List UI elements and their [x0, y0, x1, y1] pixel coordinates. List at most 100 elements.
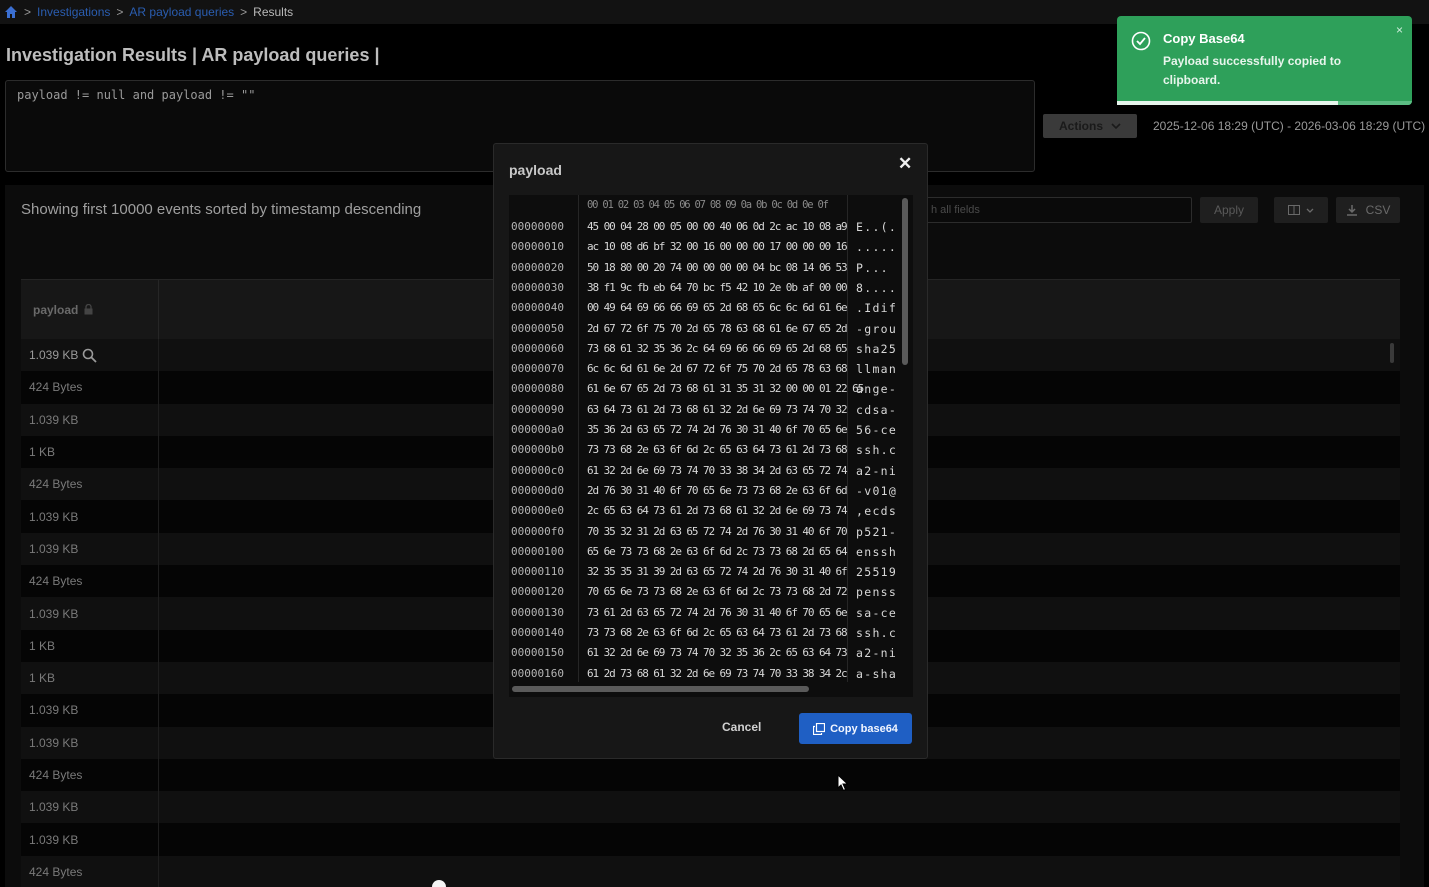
table-row[interactable]: 424 Bytes	[21, 758, 1400, 792]
payload-cell[interactable]: 1 KB	[21, 661, 159, 695]
hex-ascii: -grou	[856, 321, 898, 336]
payload-cell[interactable]: 1.039 KB	[21, 791, 159, 824]
hex-bytes: 61 6e 67 65 2d 73 68 61 31 35 31 32 00 0…	[587, 382, 864, 396]
payload-cell[interactable]: 1 KB	[21, 435, 159, 469]
columns-button[interactable]	[1274, 197, 1328, 223]
payload-cell[interactable]: 1.039 KB	[21, 403, 159, 436]
hex-vertical-scrollbar[interactable]	[902, 198, 908, 365]
payload-cell[interactable]: 424 Bytes	[21, 468, 159, 501]
hex-offset: 000000a0	[511, 423, 564, 436]
mouse-cursor-icon	[837, 774, 849, 792]
hex-bytes: 70 35 32 31 2d 63 65 72 74 2d 76 30 31 4…	[587, 524, 848, 538]
hex-ascii: a2-ni	[856, 646, 898, 661]
hex-bytes: 2c 65 63 64 73 61 2d 73 68 61 32 2d 6e 6…	[587, 504, 848, 518]
payload-cell[interactable]: 424 Bytes	[21, 758, 159, 792]
payload-cell[interactable]: 1.039 KB	[21, 500, 159, 533]
chevron-down-icon	[1306, 208, 1314, 213]
hex-ascii: -v01@	[856, 483, 898, 498]
payload-size: 1.039 KB	[29, 832, 79, 847]
toast-close-icon[interactable]: ×	[1396, 23, 1403, 37]
hex-offset: 00000100	[511, 544, 564, 558]
table-scrollbar[interactable]	[1390, 343, 1394, 363]
copy-base64-button[interactable]: Copy base64	[799, 713, 912, 744]
toast-message-line: clipboard.	[1163, 73, 1221, 87]
table-row[interactable]: 424 Bytes	[21, 855, 1400, 887]
hex-bytes: 32 35 35 31 39 2d 63 65 72 74 2d 76 30 3…	[587, 565, 848, 579]
home-icon[interactable]	[4, 5, 18, 19]
column-header-label: payload	[33, 302, 79, 317]
indicator-dot	[432, 880, 446, 887]
actions-dropdown-button[interactable]: Actions	[1043, 114, 1137, 138]
payload-cell[interactable]: 1.039 KB	[21, 532, 159, 566]
search-icon[interactable]	[82, 348, 98, 363]
table-row[interactable]: 1.039 KB	[21, 791, 1400, 824]
payload-cell[interactable]: 1.039 KB	[21, 597, 159, 630]
columns-icon	[1288, 205, 1300, 215]
table-row[interactable]: 1.039 KB	[21, 823, 1400, 856]
breadcrumb-separator: >	[240, 5, 248, 19]
hex-horizontal-scrollbar[interactable]	[512, 686, 809, 692]
payload-size: 1.039 KB	[29, 800, 79, 815]
hex-offset: 00000030	[511, 280, 564, 294]
payload-size: 424 Bytes	[29, 864, 83, 879]
page-title: Investigation Results | AR payload queri…	[6, 45, 380, 65]
hex-offset: 000000e0	[511, 504, 564, 518]
toast-message: Payload successfully copied to clipboard…	[1163, 52, 1398, 90]
hex-offset: 00000020	[511, 260, 564, 274]
payload-size: 1.039 KB	[29, 541, 79, 556]
payload-size: 424 Bytes	[29, 574, 83, 589]
field-search-input[interactable]: h all fields	[920, 197, 1192, 223]
toast-progress-bar	[1117, 101, 1339, 105]
breadcrumb-investigations[interactable]: Investigations	[37, 5, 110, 19]
hex-offset: 00000140	[511, 626, 564, 639]
check-circle-icon	[1131, 31, 1151, 51]
date-range[interactable]: 2025-12-06 18:29 (UTC) - 2026-03-06 18:2…	[1153, 119, 1425, 133]
breadcrumb-ar-payload-queries[interactable]: AR payload queries	[129, 5, 234, 19]
hex-offset: 00000160	[511, 666, 564, 680]
hex-bytes: 73 68 61 32 35 36 2c 64 69 66 66 69 65 2…	[587, 341, 848, 355]
hex-ascii: p521-	[856, 524, 898, 539]
modal-title: payload	[509, 162, 562, 178]
hex-ascii: 25519	[856, 565, 898, 580]
close-icon[interactable]: ✕	[898, 154, 912, 174]
column-header-payload[interactable]: payload	[21, 280, 159, 339]
hex-ascii: ssh.c	[856, 443, 898, 458]
hex-offset: 00000120	[511, 585, 564, 599]
hex-bytes: 73 73 68 2e 63 6f 6d 2c 65 63 64 73 61 2…	[587, 443, 848, 457]
hex-bytes: 6c 6c 6d 61 6e 2d 67 72 6f 75 70 2d 65 7…	[587, 362, 848, 376]
hex-bytes: 2d 67 72 6f 75 70 2d 65 78 63 68 61 6e 6…	[587, 321, 848, 335]
payload-cell[interactable]: 1.039 KB	[21, 339, 159, 372]
hex-ascii: cdsa-	[856, 402, 898, 417]
hex-offset: 00000080	[511, 382, 564, 396]
payload-cell[interactable]: 1.039 KB	[21, 823, 159, 856]
payload-cell[interactable]: 1.039 KB	[21, 726, 159, 759]
payload-cell[interactable]: 1.039 KB	[21, 694, 159, 727]
payload-cell[interactable]: 424 Bytes	[21, 565, 159, 598]
csv-export-button[interactable]: CSV	[1336, 197, 1400, 223]
hex-offset: 00000040	[511, 301, 564, 315]
payload-size: 424 Bytes	[29, 380, 83, 395]
hex-bytes: 2d 76 30 31 40 6f 70 65 6e 73 73 68 2e 6…	[587, 483, 848, 497]
hex-offset: 000000d0	[511, 483, 564, 497]
apply-button[interactable]: Apply	[1200, 197, 1258, 223]
payload-cell[interactable]: 424 Bytes	[21, 855, 159, 887]
cancel-button[interactable]: Cancel	[722, 720, 761, 734]
hex-ascii: sha25	[856, 341, 898, 356]
hex-offset: 00000000	[511, 220, 564, 233]
payload-cell[interactable]: 1 KB	[21, 629, 159, 662]
payload-cell[interactable]: 424 Bytes	[21, 371, 159, 404]
hex-ascii: ssh.c	[856, 626, 898, 640]
hex-bytes: ac 10 08 d6 bf 32 00 16 00 00 00 17 00 0…	[587, 240, 848, 254]
hex-viewer[interactable]: 00 01 02 03 04 05 06 07 08 09 0a 0b 0c 0…	[509, 195, 913, 697]
success-toast: Copy Base64 Payload successfully copied …	[1117, 16, 1412, 105]
hex-ascii: E..(.	[856, 220, 898, 234]
toast-progress-track	[1117, 101, 1412, 105]
hex-offset: 00000150	[511, 646, 564, 660]
hex-ascii: enssh	[856, 544, 898, 559]
hex-bytes: 00 49 64 69 66 66 69 65 2d 68 65 6c 6c 6…	[587, 301, 848, 315]
hex-bytes: 45 00 04 28 00 05 00 00 40 06 0d 2c ac 1…	[587, 220, 848, 233]
payload-size: 1.039 KB	[29, 412, 79, 427]
copy-icon	[813, 722, 826, 735]
hex-ascii: a-sha	[856, 666, 898, 681]
payload-size: 1 KB	[29, 445, 56, 460]
